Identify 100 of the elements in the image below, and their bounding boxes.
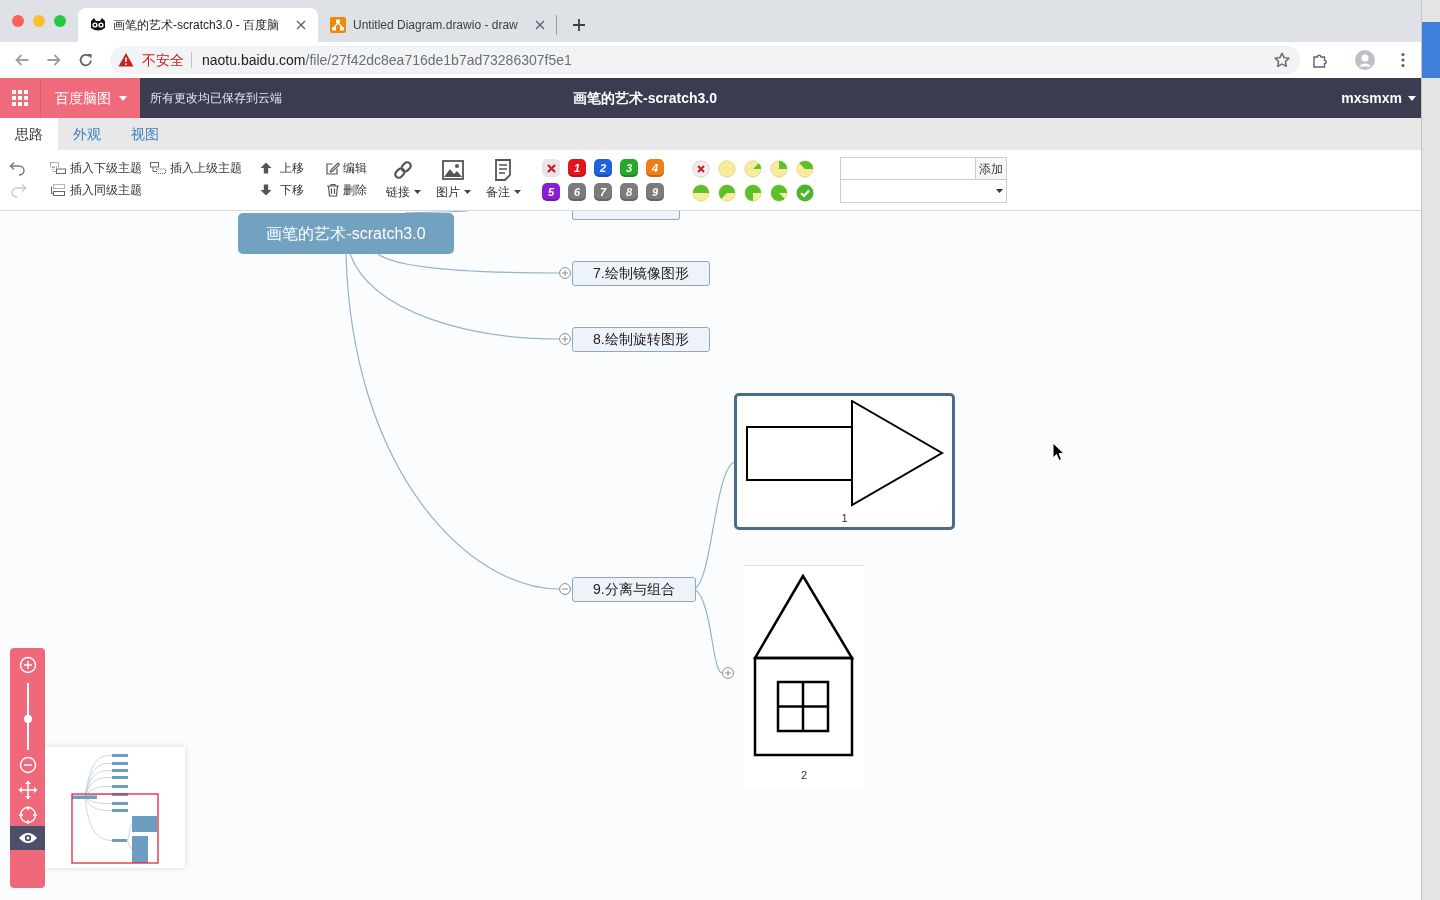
viewport-frame[interactable] [71, 793, 159, 864]
move-arrows-icon[interactable] [17, 780, 38, 800]
plus-circle-icon[interactable] [722, 667, 734, 679]
image-caption: 1 [841, 512, 848, 525]
picture-icon [442, 159, 464, 181]
note-button[interactable]: 备注 [478, 157, 528, 201]
chain-link-icon [392, 159, 414, 181]
progress-pie-icon[interactable] [770, 184, 788, 202]
apps-button[interactable] [0, 78, 40, 118]
security-label: 不安全 [142, 50, 184, 70]
zoom-slider[interactable] [22, 683, 33, 750]
browser-tab[interactable]: Untitled Diagram.drawio - draw [318, 8, 556, 42]
move-up-button[interactable]: 上移 [258, 157, 310, 179]
zoom-out-icon[interactable] [18, 756, 37, 774]
topic-node[interactable]: 7.绘制镜像图形 [572, 261, 710, 286]
caret-icon [1408, 95, 1416, 101]
minimap-toggle-button[interactable] [10, 826, 45, 850]
close-icon[interactable] [535, 20, 545, 30]
progress-pie-icon[interactable] [718, 184, 736, 202]
minus-circle-icon[interactable] [559, 583, 571, 595]
priority-button[interactable]: 9 [646, 183, 664, 201]
topic-boxes-icon [150, 162, 166, 174]
progress-pie-icon[interactable] [744, 160, 762, 178]
document-icon [492, 159, 514, 181]
topic-node[interactable]: 9.分离与组合 [572, 577, 696, 602]
plus-circle-icon[interactable] [559, 333, 571, 345]
insert-child-button[interactable]: 插入下级主题 [48, 157, 144, 179]
topic-node[interactable] [572, 211, 680, 220]
delete-button[interactable]: 删除 [324, 179, 374, 201]
x-mark-icon [546, 163, 556, 173]
mouse-cursor-icon [1052, 442, 1065, 462]
caret-icon [413, 190, 421, 194]
insert-parent-button[interactable]: 插入上级主题 [148, 157, 244, 179]
topic-boxes-icon [50, 162, 66, 174]
image-node[interactable]: 2 [744, 565, 864, 790]
move-down-button[interactable]: 下移 [258, 179, 310, 201]
topic-node[interactable]: 8.绘制旋转图形 [572, 327, 710, 352]
caret-icon [513, 190, 521, 194]
diagram-icon [330, 17, 346, 33]
progress-pie-icon[interactable] [796, 160, 814, 178]
undo-icon[interactable] [9, 160, 27, 176]
owl-icon [90, 17, 106, 33]
edit-icon [326, 161, 340, 175]
url-text: naotu.baidu.com/file/27f42dc8ea716de1b7ad73286307f5e1 [202, 50, 572, 70]
priority-button[interactable]: 2 [594, 159, 612, 177]
window-close-button[interactable] [12, 15, 24, 27]
priority-button[interactable]: 8 [620, 183, 638, 201]
close-icon[interactable] [296, 20, 306, 30]
clear-priority-button[interactable] [542, 159, 560, 177]
priority-button[interactable]: 1 [568, 159, 586, 177]
ribbon-tab[interactable]: 外观 [58, 118, 116, 150]
plus-icon[interactable] [572, 18, 586, 32]
reload-icon[interactable] [78, 52, 94, 68]
save-status: 所有更改均已保存到云端 [150, 90, 282, 107]
grid-icon [12, 90, 28, 106]
add-button[interactable]: 添加 [976, 157, 1007, 180]
edit-button[interactable]: 编辑 [324, 157, 374, 179]
up-arrow-icon [260, 162, 272, 174]
avatar-icon[interactable] [1355, 50, 1375, 70]
image-button[interactable]: 图片 [428, 157, 478, 201]
warning-icon [118, 52, 134, 68]
priority-button[interactable]: 5 [542, 183, 560, 201]
image-node[interactable]: 1 [734, 393, 955, 530]
topic-boxes-icon [50, 184, 66, 196]
trash-icon [326, 183, 340, 197]
crosshair-icon[interactable] [18, 806, 37, 824]
down-arrow-icon [260, 184, 272, 196]
check-circle-icon[interactable] [796, 184, 814, 202]
ribbon-tab[interactable]: 思路 [0, 118, 58, 150]
user-menu-button[interactable]: mxsmxm [1341, 87, 1416, 109]
caret-icon [119, 95, 127, 101]
document-title: 画笔的艺术-scratch3.0 [573, 88, 717, 108]
resource-input[interactable] [840, 157, 976, 180]
progress-pie-icon[interactable] [718, 160, 736, 178]
priority-button[interactable]: 7 [594, 183, 612, 201]
puzzle-icon[interactable] [1312, 52, 1328, 68]
caret-icon [463, 190, 471, 194]
progress-pie-icon[interactable] [692, 184, 710, 202]
browser-tab[interactable]: 画笔的艺术-scratch3.0 - 百度脑 [78, 8, 318, 42]
progress-pie-icon[interactable] [744, 184, 762, 202]
star-icon[interactable] [1274, 52, 1290, 68]
plus-circle-icon[interactable] [559, 267, 571, 279]
priority-button[interactable]: 6 [568, 183, 586, 201]
connector-line [404, 211, 469, 214]
forward-arrow-icon[interactable] [46, 52, 62, 68]
resource-dropdown[interactable] [840, 180, 1007, 203]
slider-thumb[interactable] [23, 715, 32, 724]
link-button[interactable]: 链接 [378, 157, 428, 201]
menu-icon[interactable] [1401, 52, 1405, 68]
insert-sibling-button[interactable]: 插入同级主题 [48, 179, 144, 201]
address-bar[interactable]: 不安全 naotu.baidu.com/file/27f42dc8ea716de1b7ad73286307f5e1 [110, 46, 1300, 74]
ribbon-tab[interactable]: 视图 [116, 118, 174, 150]
progress-pie-icon[interactable] [770, 160, 788, 178]
x-circle-icon[interactable] [692, 160, 710, 178]
image-caption: 2 [800, 769, 808, 782]
zoom-in-icon[interactable] [18, 656, 37, 674]
caret-icon [996, 189, 1003, 193]
back-arrow-icon[interactable] [14, 52, 30, 68]
window-edge [1422, 22, 1440, 78]
window-maximize-button[interactable] [54, 15, 66, 27]
